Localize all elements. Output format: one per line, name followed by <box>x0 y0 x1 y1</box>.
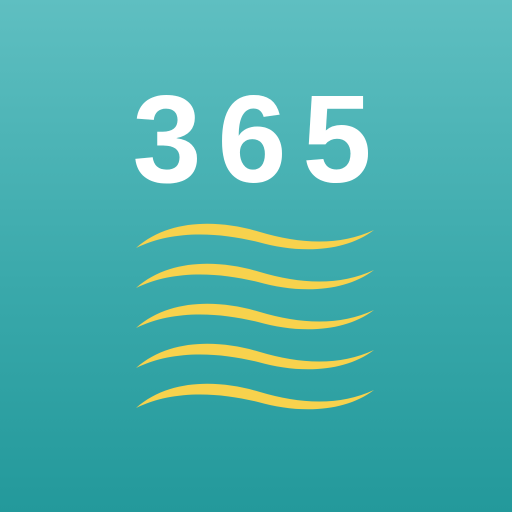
wave-stroke <box>136 343 374 370</box>
wave-stroke <box>136 263 374 290</box>
wave-stroke <box>136 383 374 410</box>
app-icon[interactable]: 365 <box>0 0 512 512</box>
waves-icon <box>136 223 374 410</box>
wave-stroke <box>136 223 374 250</box>
wave-stroke <box>136 303 374 330</box>
